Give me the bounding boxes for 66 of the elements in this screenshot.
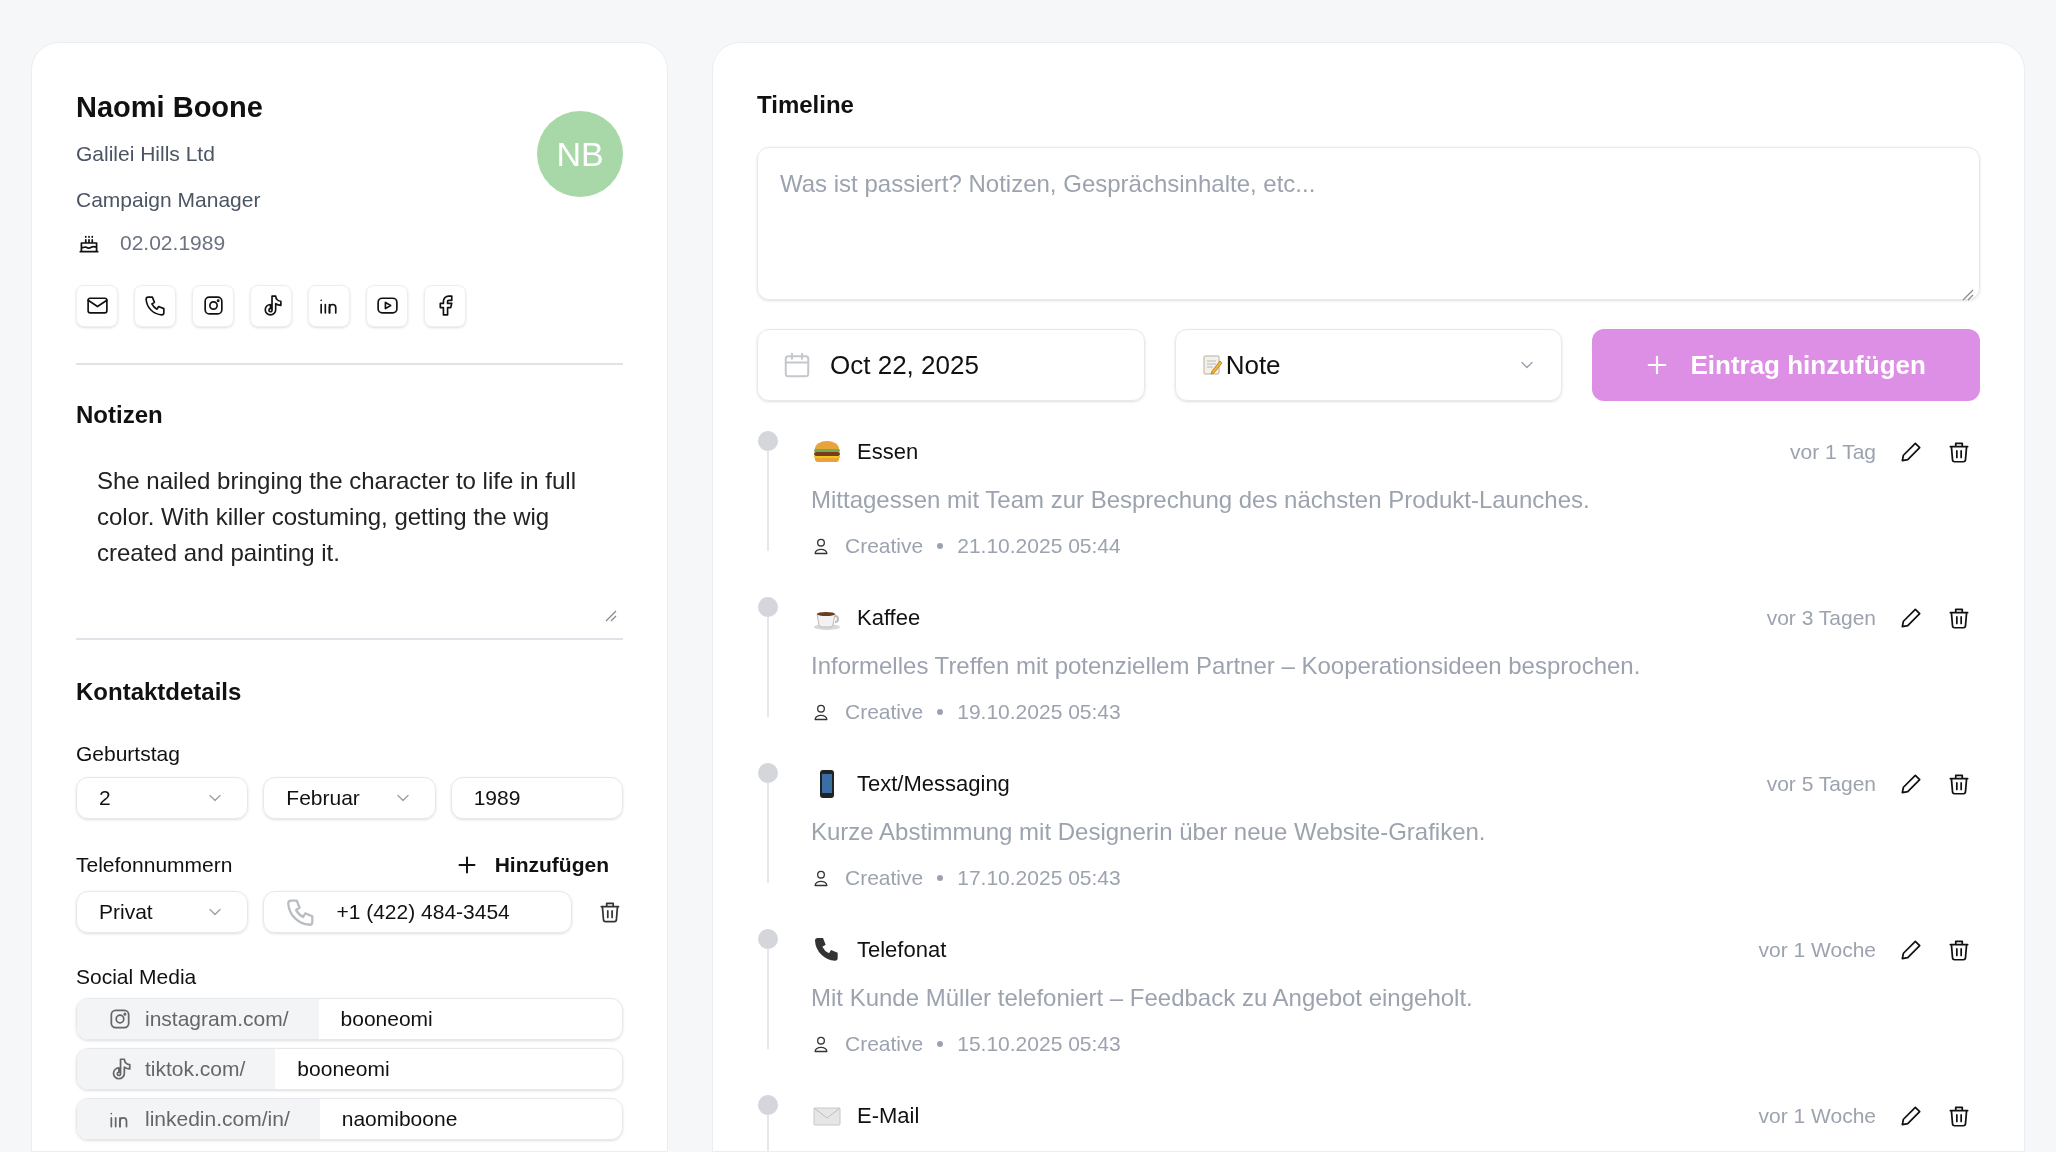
entry-title: E-Mail <box>857 1102 920 1130</box>
social-profile-field[interactable]: instagram.com/ booneomi <box>76 998 623 1040</box>
birthday-label: Geburtstag <box>76 740 181 767</box>
contact-name: Naomi Boone <box>76 90 263 125</box>
phone-type-select[interactable]: Privat <box>76 890 249 933</box>
relative-time: vor 1 Woche <box>1758 936 1876 963</box>
phone-number-field[interactable]: +1 (422) 484-3454 <box>263 890 573 933</box>
entry-type-value: Note <box>1225 348 1281 382</box>
entry-description: Kurze Abstimmung mit Designerin über neue Website-Grafiken. <box>811 817 1487 847</box>
entry-title: Telefonat <box>857 936 947 964</box>
entry-description: Informelles Treffen mit potenziellem Partner – Kooperationsideen besprochen. <box>811 651 1642 681</box>
phone-numbers-label: Telefonnummern <box>76 852 233 878</box>
day-select[interactable]: 2 <box>76 777 249 819</box>
entry-author: Creative <box>845 865 924 891</box>
entry-author: Creative <box>845 533 924 559</box>
phone-icon <box>142 293 168 318</box>
entry-title: Text/Messaging <box>857 770 1010 798</box>
social-profile-field[interactable]: linkedin.com/in/ naomiboone <box>76 1098 623 1140</box>
youtube-link-button[interactable] <box>366 284 408 327</box>
instagram-link-button[interactable] <box>192 284 234 327</box>
birthday-date: 02.02.1989 <box>120 230 226 256</box>
notes-field[interactable]: She nailed bringing the character to life in full color. With killer costuming, getting the wig created and painting it. <box>76 448 623 621</box>
entry-timestamp: 15.10.2025 05:43 <box>957 1031 1121 1057</box>
relative-time: vor 1 Tag <box>1790 438 1876 465</box>
entry-timestamp: 21.10.2025 05:44 <box>957 533 1121 559</box>
url-prefix: instagram.com/ <box>145 1006 289 1033</box>
notes-heading: Notizen <box>76 399 164 430</box>
company-name: Galilei Hills Ltd <box>76 141 216 167</box>
url-prefix: linkedin.com/in/ <box>145 1106 290 1133</box>
social-handle: booneomi <box>339 1006 434 1033</box>
email-link-button[interactable] <box>76 284 118 327</box>
timeline-heading: Timeline <box>757 90 855 120</box>
tiktok-link-button[interactable] <box>250 284 292 327</box>
entry-timestamp: 19.10.2025 05:43 <box>957 699 1121 725</box>
plus-icon <box>1646 354 1669 376</box>
resize-grip-icon <box>1960 287 1974 301</box>
entry-description: Mittagessen mit Team zur Besprechung des nächsten Produkt-Launches. <box>811 485 1591 515</box>
job-title: Campaign Manager <box>76 187 262 213</box>
social-profile-field[interactable]: tiktok.com/ booneomi <box>76 1048 623 1090</box>
entry-author: Creative <box>845 699 924 725</box>
social-handle: booneomi <box>296 1056 391 1083</box>
entry-author: Creative <box>845 1031 924 1057</box>
avatar: NB <box>537 111 623 197</box>
entry-timestamp: 17.10.2025 05:43 <box>957 865 1121 891</box>
url-prefix: tiktok.com/ <box>145 1056 246 1083</box>
plus-icon <box>456 854 477 875</box>
relative-time: vor 5 Tagen <box>1766 770 1876 797</box>
phone-link-button[interactable] <box>134 284 176 327</box>
entry-type-select[interactable]: Note <box>1174 329 1563 401</box>
facebook-link-button[interactable] <box>424 284 466 327</box>
add-phone-button[interactable]: Hinzufügen <box>456 849 609 881</box>
linkedin-link-button[interactable] <box>308 284 350 327</box>
social-media-label: Social Media <box>76 963 198 990</box>
entry-description: Mit Kunde Müller telefoniert – Feedback zu Angebot eingeholt. <box>811 983 1474 1013</box>
entry-title: Essen <box>857 438 919 466</box>
year-field[interactable]: 1989 <box>450 777 623 819</box>
social-handle: naomiboone <box>340 1106 459 1133</box>
date-field[interactable]: Oct 22, 2025 <box>757 329 1145 401</box>
entry-title: Kaffee <box>857 604 921 632</box>
relative-time: vor 3 Tagen <box>1766 604 1876 631</box>
timeline-entry-field[interactable]: Was ist passiert? Notizen, Gesprächsinhalte, etc... <box>757 147 1980 300</box>
contact-details-heading: Kontaktdetails <box>76 676 243 707</box>
calendar-icon <box>782 350 812 380</box>
month-select[interactable]: Februar <box>263 777 436 819</box>
instagram-icon <box>107 1006 133 1032</box>
relative-time: vor 1 Woche <box>1758 1102 1876 1129</box>
